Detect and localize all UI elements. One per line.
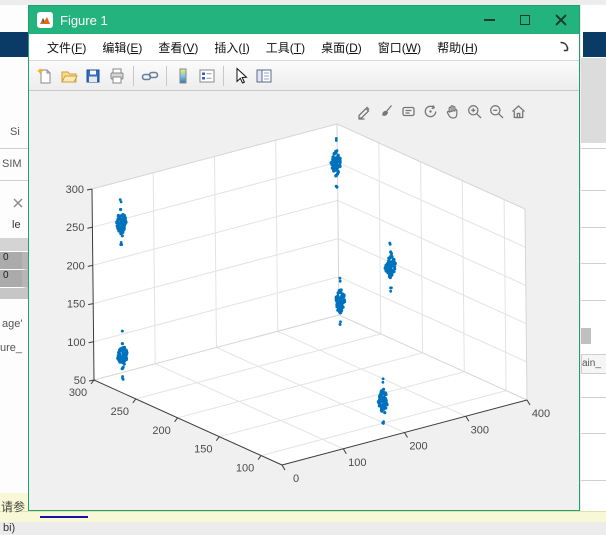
print-figure-button[interactable] — [105, 64, 129, 88]
svg-text:200: 200 — [409, 441, 427, 453]
bg-table-cell: 0 — [0, 252, 28, 270]
pan-button[interactable] — [443, 102, 462, 121]
insert-colorbar-button[interactable] — [171, 64, 195, 88]
svg-text:250: 250 — [111, 406, 129, 418]
menu-bar: 文件(F) 编辑(E) 查看(V) 插入(I) 工具(T) 桌面(D) 窗口(W) 帮助(H) — [29, 34, 579, 61]
bg-table-cell: 0 — [0, 270, 28, 288]
menu-item-window[interactable]: 窗口(W) — [370, 35, 429, 60]
bg-table-header — [0, 238, 28, 252]
menu-item-help[interactable]: 帮助(H) — [429, 35, 486, 60]
axes-toolbar — [355, 102, 528, 121]
svg-text:150: 150 — [194, 444, 212, 456]
figure-canvas: 50 100 150 200 250 300 100 150 200 250 300 0 100 200 3… — [29, 91, 579, 510]
close-button[interactable] — [543, 6, 579, 34]
svg-text:100: 100 — [236, 463, 254, 475]
divider — [581, 300, 606, 301]
edit-plot-button[interactable] — [228, 64, 252, 88]
menu-item-insert[interactable]: 插入(I) — [206, 35, 257, 60]
bg-gray-box — [581, 328, 591, 344]
bg-text-fragment: age' — [2, 318, 23, 330]
svg-text:100: 100 — [67, 337, 85, 349]
bg-table-footer — [0, 288, 28, 299]
menu-item-desktop[interactable]: 桌面(D) — [313, 35, 370, 60]
close-icon[interactable] — [13, 198, 23, 208]
minimize-icon — [483, 19, 495, 21]
svg-text:50: 50 — [74, 375, 86, 387]
background-navy-strip-left — [0, 32, 28, 57]
bg-tooltip-strip — [0, 511, 606, 522]
minimize-button[interactable] — [471, 6, 507, 34]
desktop-screen: Si SIM le 0 0 age' ure_ ain_ 请参 bi) Figu… — [0, 0, 606, 535]
menu-item-view[interactable]: 查看(V) — [150, 35, 206, 60]
menu-item-file[interactable]: 文件(F) — [39, 35, 94, 60]
svg-text:150: 150 — [67, 299, 85, 311]
export-button[interactable] — [355, 102, 374, 121]
maximize-button[interactable] — [507, 6, 543, 34]
bg-editor-tab-fragment[interactable]: ain_ — [581, 354, 606, 374]
toolbar-separator — [223, 65, 224, 86]
restore-view-button[interactable] — [509, 102, 528, 121]
bg-text-fragment: ure_ — [0, 342, 23, 354]
matlab-icon — [37, 12, 53, 28]
svg-text:200: 200 — [66, 260, 84, 272]
open-file-button[interactable] — [57, 64, 81, 88]
divider — [581, 227, 606, 228]
link-plot-button[interactable] — [138, 64, 162, 88]
save-figure-button[interactable] — [81, 64, 105, 88]
dock-figure-arrow-icon[interactable] — [558, 40, 571, 53]
divider — [0, 180, 28, 181]
divider — [0, 148, 28, 149]
zoom-out-button[interactable] — [487, 102, 506, 121]
title-bar[interactable]: Figure 1 — [29, 6, 579, 34]
divider — [581, 263, 606, 264]
svg-text:100: 100 — [348, 457, 366, 469]
zoom-in-button[interactable] — [465, 102, 484, 121]
svg-text:250: 250 — [66, 222, 84, 234]
menu-item-tools[interactable]: 工具(T) — [258, 35, 313, 60]
brush-button[interactable] — [377, 102, 396, 121]
toolbar-separator — [166, 65, 167, 86]
divider — [581, 397, 606, 398]
bg-code-text: bi) — [3, 522, 16, 534]
svg-text:0: 0 — [293, 473, 299, 485]
bg-hyperlink-fragment[interactable] — [40, 516, 88, 518]
divider — [581, 480, 606, 481]
bg-text-fragment: Si — [10, 126, 20, 138]
maximize-icon — [520, 15, 530, 25]
new-figure-button[interactable] — [33, 64, 57, 88]
window-title: Figure 1 — [60, 12, 108, 28]
svg-text:300: 300 — [471, 424, 489, 436]
bg-text-fragment: le — [12, 219, 21, 231]
divider — [581, 190, 606, 191]
datatips-button[interactable] — [399, 102, 418, 121]
svg-text:300: 300 — [66, 184, 84, 196]
property-inspector-button[interactable] — [252, 64, 276, 88]
insert-legend-button[interactable] — [195, 64, 219, 88]
menu-item-edit[interactable]: 编辑(E) — [94, 35, 150, 60]
figure-window: Figure 1 文件(F) 编辑(E) 查看(V) 插入(I) 工具(T) 桌面(D) 窗… — [28, 5, 580, 511]
bg-text-fragment: SIM — [2, 158, 22, 170]
background-navy-strip-right — [583, 32, 606, 57]
toolbar-separator — [133, 65, 134, 86]
close-icon — [555, 14, 567, 26]
svg-text:300: 300 — [69, 387, 87, 399]
plot-3d-axes[interactable]: 50 100 150 200 250 300 100 150 200 250 300 0 100 200 3… — [29, 91, 579, 512]
bg-table-fragment: 0 0 — [0, 238, 28, 299]
divider — [581, 148, 606, 149]
svg-text:400: 400 — [532, 408, 550, 420]
rotate-3d-button[interactable] — [421, 102, 440, 121]
figure-toolbar — [29, 61, 579, 91]
svg-text:200: 200 — [152, 425, 170, 437]
divider — [581, 433, 606, 434]
bg-gray-block — [581, 58, 606, 143]
bg-reference-text: 请参 — [1, 500, 26, 514]
